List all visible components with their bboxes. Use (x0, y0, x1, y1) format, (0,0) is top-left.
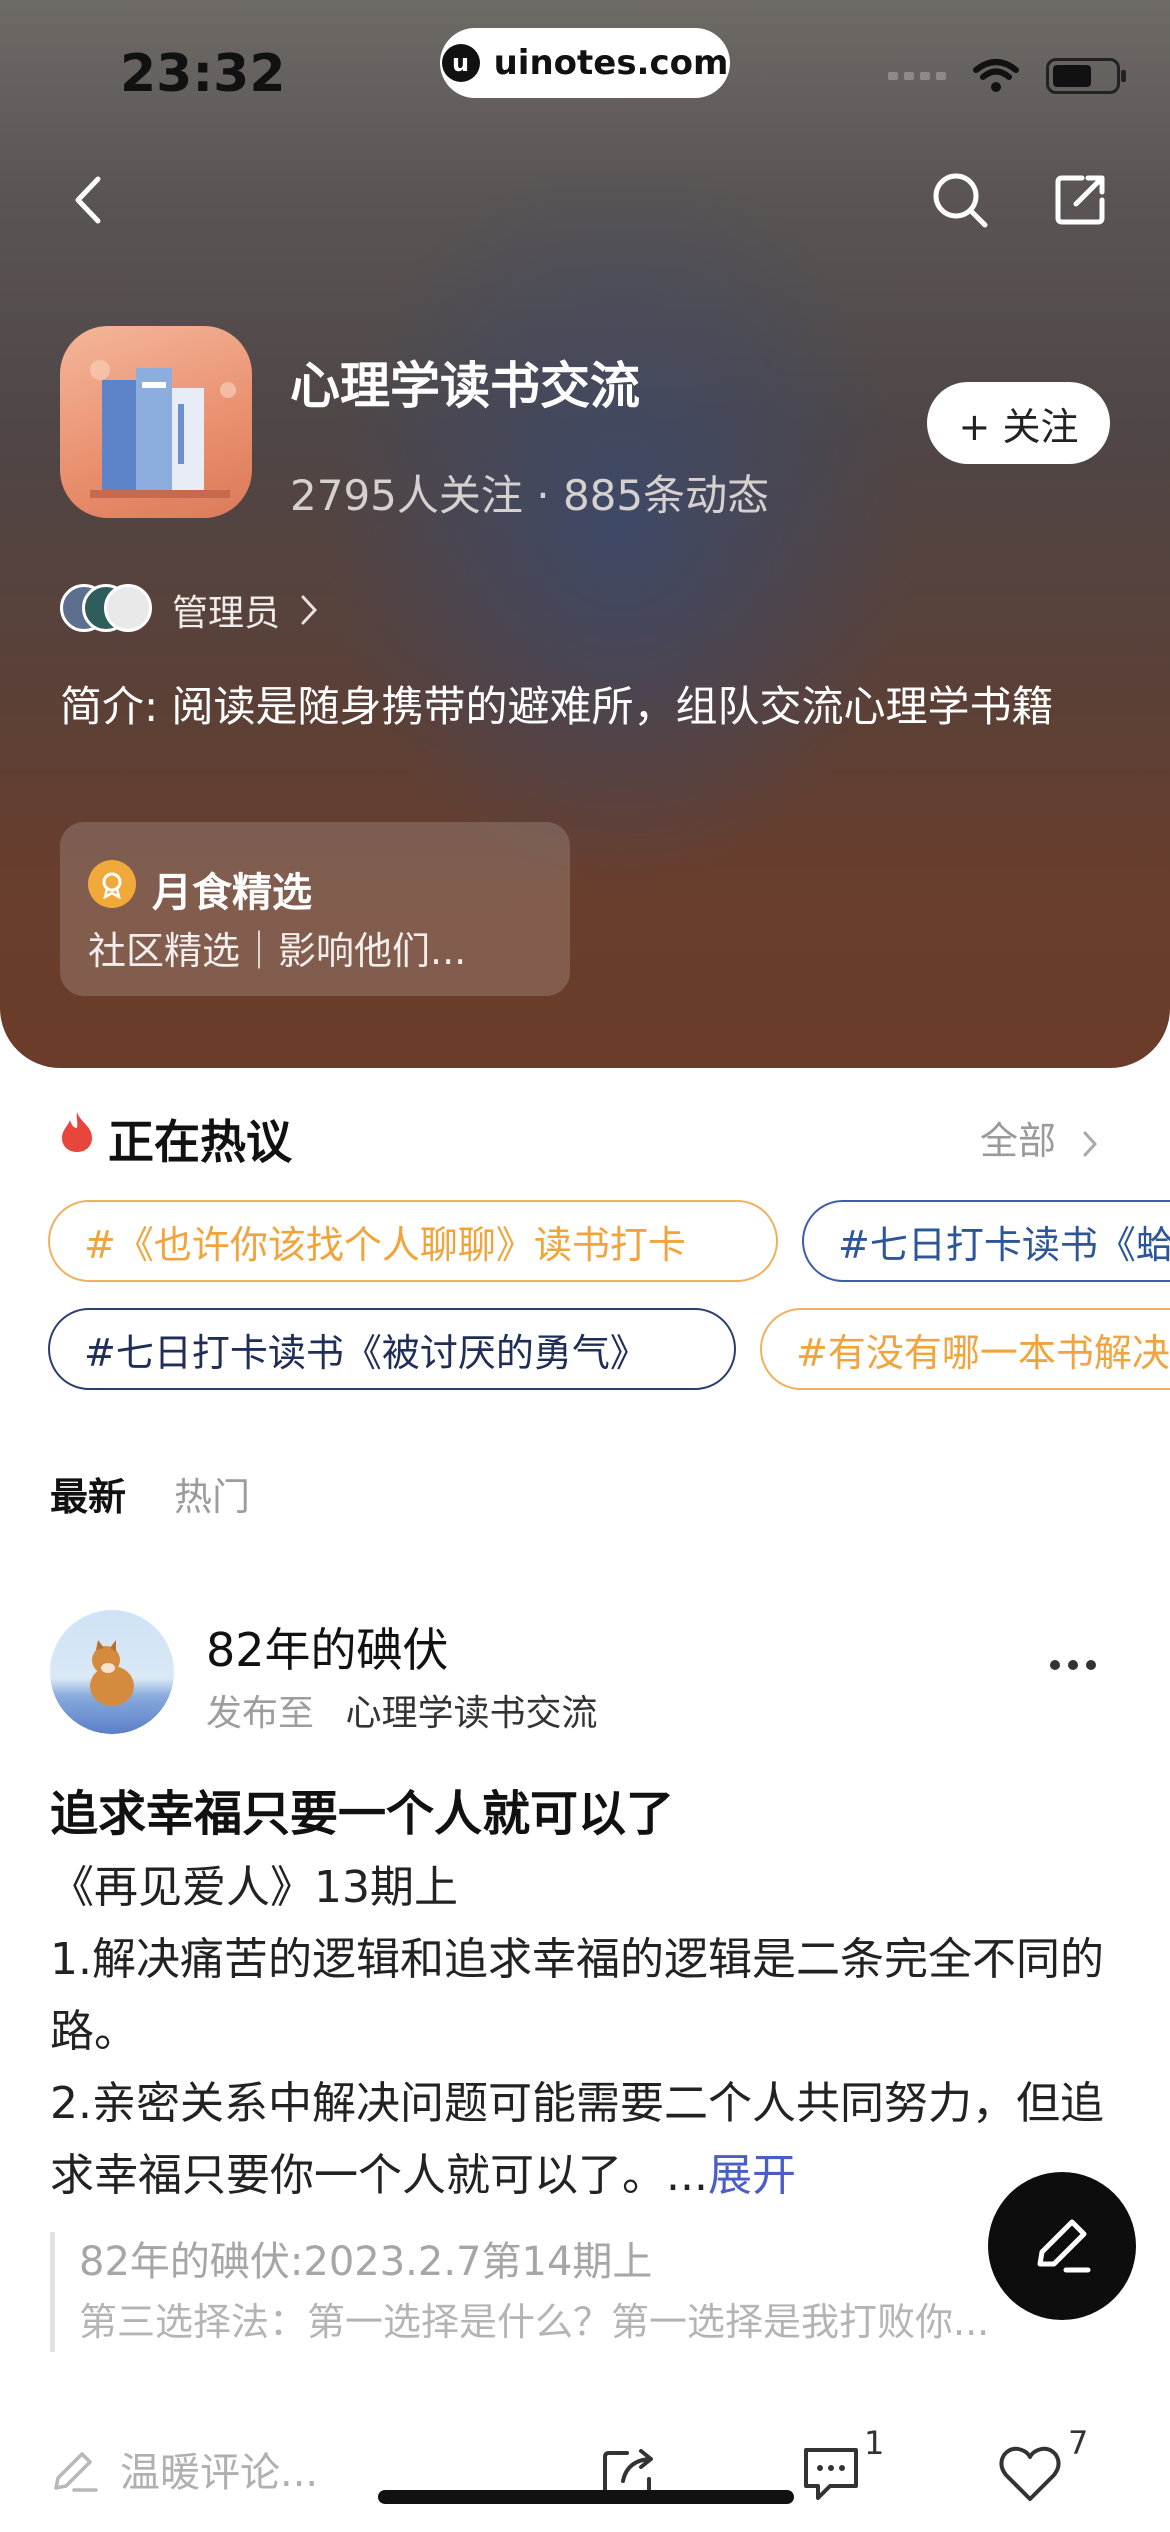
post-body-line: 《再见爱人》13期上 (50, 1862, 458, 1913)
books-illustration-icon (90, 360, 236, 498)
comment-count: 1 (864, 2424, 885, 2462)
share-icon (1055, 175, 1105, 225)
group-intro: 简介: 阅读是随身携带的避难所，组队交流心理学书籍 (60, 682, 1054, 731)
hot-topics-title: 正在热议 (108, 1115, 292, 1169)
comment-input[interactable]: 温暖评论... (50, 2440, 318, 2498)
share-button[interactable] (1048, 168, 1112, 232)
topic-chip[interactable]: #七日打卡读书《蛤 (802, 1200, 1170, 1282)
featured-card[interactable]: 月食精选 社区精选｜影响他们... (60, 822, 570, 996)
chevron-right-icon (1083, 1131, 1098, 1156)
tab-latest[interactable]: 最新 (50, 1466, 126, 1521)
featured-subtitle: 社区精选｜影响他们... (88, 929, 467, 973)
comment-button[interactable] (798, 2440, 864, 2506)
post-action-bar: 温暖评论... 1 7 (0, 2420, 1170, 2520)
expand-link[interactable]: 展开 (708, 2150, 796, 2201)
avatar (104, 584, 152, 632)
quoted-comment[interactable]: 82年的碘伏:2023.2.7第14期上 第三选择法：第一选择是什么？第一选择是… (50, 2232, 1120, 2352)
post-group-link[interactable]: 心理学读书交流 (345, 1693, 597, 1734)
search-icon (933, 173, 988, 228)
heart-icon (999, 2446, 1061, 2501)
quote-text: 第三选择法：第一选择是什么？第一选择是我打败你... (79, 2300, 990, 2344)
post-title[interactable]: 追求幸福只要一个人就可以了 (50, 1774, 674, 1844)
post-body-line: 2.亲密关系中解决问题可能需要二个人共同努力，但追求幸福只要你一个人就可以了。.… (50, 2068, 1120, 2212)
home-indicator (378, 2490, 794, 2504)
group-avatar (60, 326, 252, 518)
back-button[interactable] (60, 170, 114, 230)
post-author-name[interactable]: 82年的碘伏 (206, 1614, 449, 1680)
comment-placeholder: 温暖评论... (120, 2450, 319, 2496)
post-body-line: 1.解决痛苦的逻辑和追求幸福的逻辑是二条完全不同的路。 (50, 1934, 1104, 2057)
follow-button[interactable]: + 关注 (927, 382, 1110, 464)
chevron-left-icon (75, 176, 101, 224)
signal-icon (888, 72, 946, 80)
dog-photo-icon (90, 1640, 134, 1706)
url-text: uinotes.com (493, 43, 729, 83)
compose-button[interactable] (988, 2172, 1136, 2320)
admin-label: 管理员 (172, 593, 281, 634)
author-avatar[interactable] (50, 1610, 174, 1734)
comment-icon (804, 2448, 858, 2500)
wifi-icon (973, 59, 1019, 92)
post-meta-prefix: 发布至 (206, 1693, 315, 1734)
flame-icon (62, 1112, 92, 1152)
admin-row[interactable]: 管理员 (60, 584, 318, 636)
group-header: 23:32 u uinotes.com 心理学读书交流 2795人关注 · 88… (0, 0, 1170, 1068)
chevron-right-icon (301, 595, 318, 625)
search-button[interactable] (928, 168, 992, 232)
group-title: 心理学读书交流 (290, 357, 640, 415)
featured-title: 月食精选 (152, 870, 312, 916)
see-all-link[interactable]: 全部 (980, 1110, 1098, 1165)
see-all-label: 全部 (980, 1119, 1057, 1163)
quote-header: 82年的碘伏:2023.2.7第14期上 (79, 2239, 653, 2285)
edit-icon (54, 2452, 98, 2492)
post-body[interactable]: 《再见爱人》13期上 1.解决痛苦的逻辑和追求幸福的逻辑是二条完全不同的路。 2… (50, 1852, 1120, 2212)
url-pill: u uinotes.com (440, 28, 730, 98)
feed-tabs: 最新 热门 (50, 1466, 250, 1521)
tab-hot[interactable]: 热门 (174, 1466, 250, 1521)
battery-icon (1046, 58, 1126, 94)
status-icons (888, 58, 1126, 94)
post-meta: 发布至 心理学读书交流 (206, 1684, 597, 1736)
like-count: 7 (1068, 2424, 1089, 2462)
topic-chip[interactable]: #有没有哪一本书解决 (760, 1308, 1170, 1390)
site-logo-icon: u (441, 44, 480, 82)
award-icon (88, 860, 136, 908)
like-button[interactable] (996, 2442, 1064, 2506)
topic-chip[interactable]: #《也许你该找个人聊聊》读书打卡 (48, 1200, 778, 1282)
admin-avatars (60, 584, 152, 636)
pencil-icon (1037, 2219, 1091, 2273)
more-icon (1050, 1660, 1060, 1670)
more-options-button[interactable] (1050, 1660, 1096, 1670)
topic-chip[interactable]: #七日打卡读书《被讨厌的勇气》 (48, 1308, 736, 1390)
post-body-text: 2.亲密关系中解决问题可能需要二个人共同努力，但追求幸福只要你一个人就可以了。.… (50, 2078, 1104, 2201)
group-stats: 2795人关注 · 885条动态 (290, 471, 770, 520)
status-time: 23:32 (120, 44, 286, 104)
